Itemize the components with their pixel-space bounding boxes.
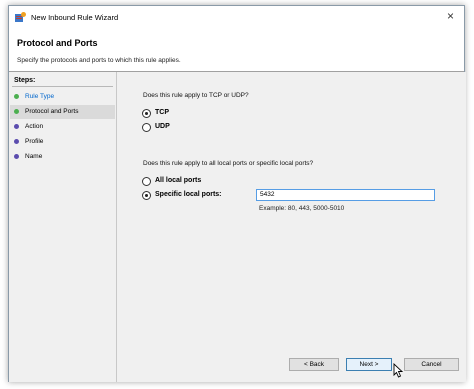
- all-ports-label: All local ports: [155, 177, 202, 184]
- title-bar: New Inbound Rule Wizard ×: [9, 6, 464, 28]
- step-label: Protocol and Ports: [25, 108, 79, 115]
- close-icon[interactable]: ×: [447, 9, 454, 23]
- step-status-icon: [14, 94, 19, 99]
- step-rule-type[interactable]: Rule Type: [10, 90, 115, 104]
- step-action[interactable]: Action: [10, 120, 115, 134]
- step-label: Profile: [25, 138, 44, 145]
- step-label: Action: [25, 123, 44, 130]
- radio-circle: [142, 191, 151, 200]
- radio-circle: [142, 123, 151, 132]
- content-panel: Does this rule apply to TCP or UDP? TCP …: [117, 72, 466, 382]
- ports-example: Example: 80, 443, 5000-5010: [259, 205, 345, 212]
- mouse-pointer-icon: [393, 363, 404, 378]
- steps-panel: Steps: Rule Type Protocol and Ports Acti…: [9, 72, 117, 382]
- step-label: Rule Type: [25, 93, 55, 100]
- steps-divider: [12, 86, 113, 87]
- radio-dot: [145, 112, 148, 115]
- protocol-question: Does this rule apply to TCP or UDP?: [143, 92, 249, 99]
- ports-question: Does this rule apply to all local ports …: [143, 160, 314, 167]
- page-subtitle: Specify the protocols and ports to which…: [17, 57, 181, 64]
- wizard-body: Steps: Rule Type Protocol and Ports Acti…: [9, 72, 466, 382]
- step-status-icon: [14, 124, 19, 129]
- next-button[interactable]: Next >: [346, 358, 392, 371]
- step-label: Name: [25, 153, 43, 160]
- step-status-icon: [14, 154, 19, 159]
- specific-ports-label: Specific local ports:: [155, 191, 222, 198]
- cancel-button[interactable]: Cancel: [404, 358, 459, 371]
- specific-ports-input[interactable]: 5432: [256, 189, 435, 201]
- wizard-window: New Inbound Rule Wizard × Protocol and P…: [8, 5, 466, 382]
- radio-circle: [142, 109, 151, 118]
- step-profile[interactable]: Profile: [10, 135, 115, 149]
- tcp-label: TCP: [155, 109, 169, 116]
- back-button[interactable]: < Back: [289, 358, 339, 371]
- step-status-icon: [14, 139, 19, 144]
- step-status-icon: [14, 109, 19, 114]
- wizard-header: Protocol and Ports Specify the protocols…: [9, 28, 464, 72]
- udp-label: UDP: [155, 123, 170, 130]
- steps-heading: Steps:: [14, 77, 36, 84]
- radio-dot: [145, 194, 148, 197]
- page-title: Protocol and Ports: [17, 38, 98, 48]
- step-name[interactable]: Name: [10, 150, 115, 164]
- radio-circle: [142, 177, 151, 186]
- firewall-icon: [15, 12, 26, 22]
- step-protocol-and-ports[interactable]: Protocol and Ports: [10, 105, 115, 119]
- window-title: New Inbound Rule Wizard: [31, 13, 119, 22]
